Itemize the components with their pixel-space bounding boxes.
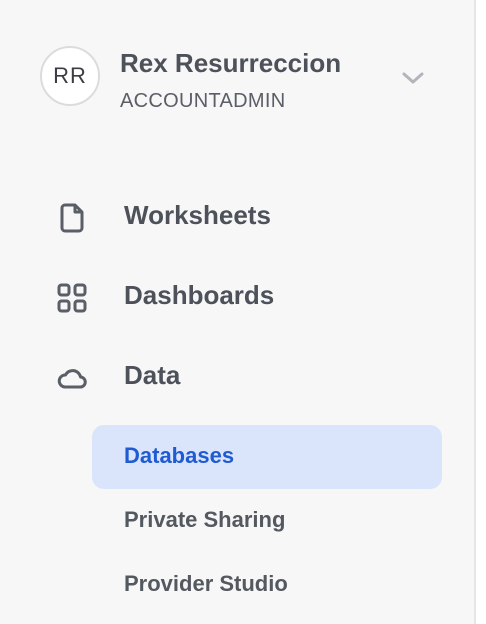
- subnav-item-provider-studio[interactable]: Provider Studio: [92, 553, 442, 617]
- nav-label-data: Data: [124, 360, 181, 390]
- subnav-label-databases: Databases: [124, 443, 235, 468]
- subnav-label-provider-studio: Provider Studio: [124, 571, 288, 596]
- nav-item-data[interactable]: Data: [40, 352, 440, 402]
- nav-label-worksheets: Worksheets: [124, 200, 271, 230]
- subnav-label-private-sharing: Private Sharing: [124, 507, 286, 532]
- avatar: RR: [40, 46, 100, 106]
- nav-label-dashboards: Dashboards: [124, 280, 275, 310]
- account-name: Rex Resurreccion: [120, 48, 342, 78]
- dashboard-grid-icon: [57, 283, 87, 313]
- document-icon: [60, 203, 84, 233]
- account-switcher[interactable]: RR Rex Resurreccion ACCOUNTADMIN: [40, 46, 440, 112]
- chevron-down-icon: [402, 72, 424, 84]
- nav-item-dashboards[interactable]: Dashboards: [40, 272, 440, 322]
- account-role: ACCOUNTADMIN: [120, 90, 286, 112]
- nav-item-worksheets[interactable]: Worksheets: [40, 192, 440, 242]
- subnav-item-private-sharing[interactable]: Private Sharing: [92, 489, 442, 553]
- subnav-item-databases[interactable]: Databases: [92, 425, 442, 489]
- cloud-icon: [57, 369, 87, 389]
- sidebar: RR Rex Resurreccion ACCOUNTADMIN Workshe…: [0, 0, 476, 624]
